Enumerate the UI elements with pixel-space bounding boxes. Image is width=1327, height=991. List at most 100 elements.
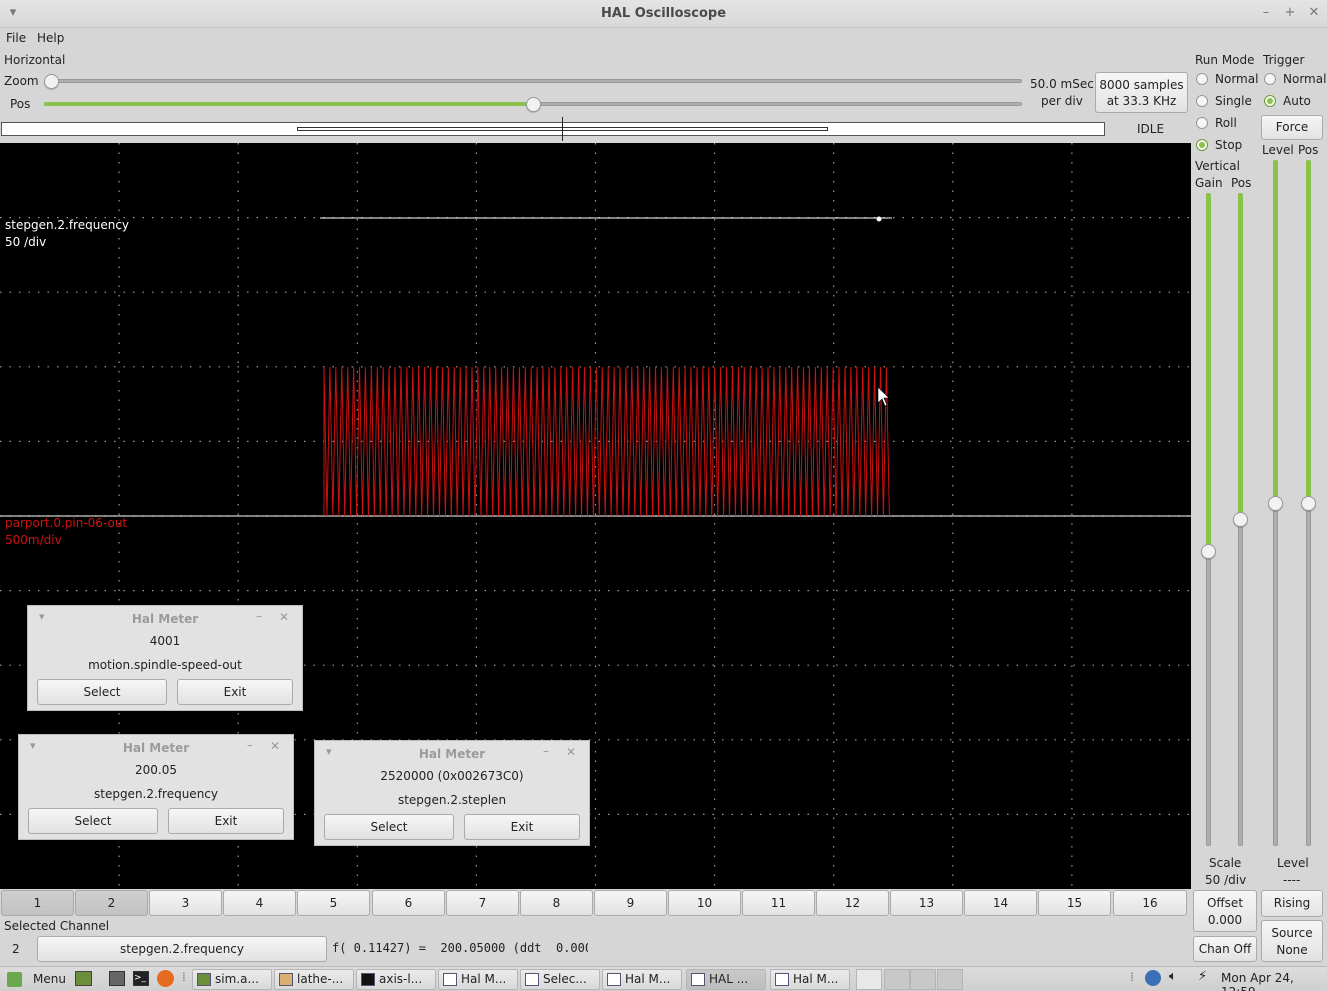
meter-close-icon[interactable]: ✕ <box>279 610 289 624</box>
meter-select-button[interactable]: Select <box>324 814 454 840</box>
channel-button-7[interactable]: 7 <box>446 890 519 916</box>
vertical-pos-slider[interactable] <box>1233 193 1248 846</box>
channel-button-4[interactable]: 4 <box>223 890 296 916</box>
record-bar[interactable] <box>1 117 1105 141</box>
zoom-slider-track <box>44 79 1022 83</box>
channel-button-15[interactable]: 15 <box>1038 890 1111 916</box>
time-per-div: 50.0 mSec <box>1030 77 1094 91</box>
workspace-1[interactable] <box>856 969 882 990</box>
workspace-4[interactable] <box>937 969 963 990</box>
zoom-slider[interactable] <box>44 74 1022 89</box>
radio-run-normal[interactable] <box>1196 73 1208 85</box>
editor-icon <box>279 973 293 986</box>
meter-close-icon[interactable]: ✕ <box>566 745 576 759</box>
channel-button-8[interactable]: 8 <box>520 890 593 916</box>
workspace-2[interactable] <box>884 969 910 990</box>
channel-button-9[interactable]: 9 <box>594 890 667 916</box>
slider-knob[interactable] <box>1301 496 1316 511</box>
shield-icon[interactable] <box>1145 970 1161 986</box>
meter-minimize-icon[interactable]: – <box>256 609 262 623</box>
workspace-3[interactable] <box>910 969 936 990</box>
pos-slider[interactable] <box>44 97 1022 112</box>
hal-meter-window[interactable]: ▾ Hal Meter – ✕ 2520000 (0x002673C0) ste… <box>314 740 590 846</box>
task-item[interactable]: Hal M... <box>770 969 850 990</box>
channel-button-5[interactable]: 5 <box>297 890 370 916</box>
vertical-pos-label: Pos <box>1231 176 1252 190</box>
samples-button[interactable]: 8000 samples at 33.3 KHz <box>1095 72 1188 113</box>
channel-button-14[interactable]: 14 <box>964 890 1037 916</box>
channel-button-13[interactable]: 13 <box>890 890 963 916</box>
meter-exit-button[interactable]: Exit <box>464 814 580 840</box>
hal-meter-window[interactable]: ▾ Hal Meter – ✕ 200.05 stepgen.2.frequen… <box>18 734 294 840</box>
scale-value: 50 /div <box>1205 873 1247 887</box>
vertical-gain-slider[interactable] <box>1201 193 1216 846</box>
slider-knob[interactable] <box>1233 512 1248 527</box>
radio-run-single[interactable] <box>1196 95 1208 107</box>
window-icon <box>607 973 621 986</box>
radio-trigger-normal[interactable] <box>1264 73 1276 85</box>
slider-knob[interactable] <box>1268 496 1283 511</box>
menu-help[interactable]: Help <box>37 31 64 45</box>
rising-button[interactable]: Rising <box>1261 890 1323 917</box>
meter-pin: motion.spindle-speed-out <box>88 658 242 672</box>
meter-close-icon[interactable]: ✕ <box>270 739 280 753</box>
taskbar: Menu >_ ⁞ sim.a... lathe-... axis-l... H… <box>0 966 1327 991</box>
meter-minimize-icon[interactable]: – <box>543 744 549 758</box>
channel-button-6[interactable]: 6 <box>372 890 445 916</box>
meter-select-button[interactable]: Select <box>37 679 167 705</box>
folder-icon <box>197 973 211 986</box>
channel-button-12[interactable]: 12 <box>816 890 889 916</box>
firefox-launcher-icon[interactable] <box>157 970 174 987</box>
task-item[interactable]: Hal M... <box>602 969 682 990</box>
pos-slider-fill <box>44 102 533 106</box>
trace1-name: stepgen.2.frequency <box>5 218 130 232</box>
task-item[interactable]: lathe-... <box>274 969 354 990</box>
slider-knob[interactable] <box>1201 544 1216 559</box>
meter-exit-button[interactable]: Exit <box>177 679 293 705</box>
task-item-active[interactable]: HAL ... <box>686 969 766 990</box>
network-icon[interactable]: ⚡︎ <box>1198 969 1207 984</box>
channel-button-1[interactable]: 1 <box>1 890 74 916</box>
window-icon <box>525 973 539 986</box>
trigger-level-slider[interactable] <box>1268 160 1283 846</box>
force-button[interactable]: Force <box>1261 115 1323 140</box>
slider-fill <box>1206 193 1211 551</box>
channel-button-2[interactable]: 2 <box>75 890 148 916</box>
channel-button-3[interactable]: 3 <box>149 890 222 916</box>
meter-select-button[interactable]: Select <box>28 808 158 834</box>
task-item[interactable]: Hal M... <box>438 969 518 990</box>
radio-run-roll[interactable] <box>1196 117 1208 129</box>
task-item[interactable]: Selec... <box>520 969 600 990</box>
close-icon[interactable]: ✕ <box>1306 5 1322 21</box>
radio-run-stop[interactable] <box>1196 139 1208 151</box>
window-titlebar[interactable]: ▾ HAL Oscilloscope – + ✕ <box>0 0 1327 28</box>
radio-trigger-auto[interactable] <box>1264 95 1276 107</box>
offset-button[interactable]: Offset 0.000 <box>1193 890 1257 932</box>
minimize-icon[interactable]: – <box>1258 5 1274 21</box>
maximize-icon[interactable]: + <box>1282 5 1298 21</box>
files-launcher-icon[interactable] <box>109 971 125 986</box>
trigger-source-button[interactable]: Source None <box>1261 920 1323 962</box>
channel-button-10[interactable]: 10 <box>668 890 741 916</box>
meter-exit-button[interactable]: Exit <box>168 808 284 834</box>
selected-channel-name-button[interactable]: stepgen.2.frequency <box>37 936 327 962</box>
terminal-launcher-icon[interactable]: >_ <box>133 971 149 986</box>
volume-icon[interactable]: 🔈︎ <box>1169 969 1177 984</box>
window-icon <box>775 973 789 986</box>
clock[interactable]: Mon Apr 24, 12:59 <box>1221 971 1327 991</box>
channel-button-16[interactable]: 16 <box>1113 890 1187 916</box>
slider-fill <box>1306 160 1311 503</box>
show-desktop-icon[interactable] <box>75 971 92 986</box>
hal-meter-window[interactable]: ▾ Hal Meter – ✕ 4001 motion.spindle-spee… <box>27 605 303 711</box>
channel-button-11[interactable]: 11 <box>742 890 815 916</box>
start-menu-button[interactable]: Menu <box>4 969 68 990</box>
trigger-pos-slider[interactable] <box>1301 160 1316 846</box>
offset-label: Offset <box>1206 896 1244 910</box>
menu-file[interactable]: File <box>6 31 26 45</box>
task-item[interactable]: axis-l... <box>356 969 436 990</box>
meter-minimize-icon[interactable]: – <box>247 738 253 752</box>
zoom-slider-knob[interactable] <box>44 74 59 89</box>
pos-slider-knob[interactable] <box>526 97 541 112</box>
task-item[interactable]: sim.a... <box>192 969 272 990</box>
chan-off-button[interactable]: Chan Off <box>1193 936 1257 962</box>
